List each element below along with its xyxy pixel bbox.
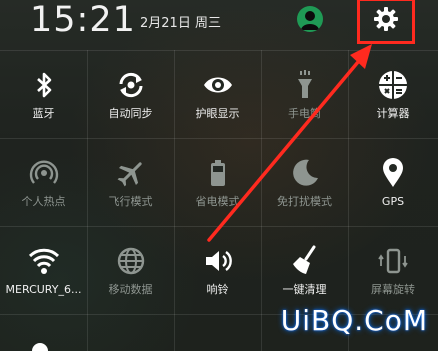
calculator-icon xyxy=(379,71,407,99)
tile-one-key-clean[interactable]: 一键清理 xyxy=(261,226,348,314)
tile-label: 免打扰模式 xyxy=(277,195,332,208)
tile-label: 个人热点 xyxy=(21,195,66,208)
tile-label: 手电筒 xyxy=(288,107,321,120)
partial-tile-icon xyxy=(32,343,48,351)
broom-icon xyxy=(292,245,315,274)
settings-button[interactable] xyxy=(357,0,415,44)
tile-label: 省电模式 xyxy=(195,195,240,208)
watermark-text: UiBQ.CoM xyxy=(280,304,428,337)
tile-mobile-data[interactable]: 移动数据 xyxy=(87,226,174,314)
tile-label: MERCURY_6... xyxy=(5,283,82,296)
tile-label: 一键清理 xyxy=(282,283,327,296)
tile-wifi[interactable]: MERCURY_6... xyxy=(0,226,87,314)
tile-label: 移动数据 xyxy=(108,283,153,296)
sync-icon xyxy=(119,72,142,98)
wifi-icon xyxy=(28,248,59,274)
date-text: 2月21日 周三 xyxy=(140,16,221,31)
tile-label: 蓝牙 xyxy=(32,107,55,120)
tile-flashlight[interactable]: 手电筒 xyxy=(261,50,348,138)
tile-label: 自动同步 xyxy=(108,107,153,120)
bluetooth-icon xyxy=(36,72,51,98)
hotspot-icon xyxy=(29,160,58,184)
location-pin-icon xyxy=(383,158,403,187)
tile-ringer[interactable]: 响铃 xyxy=(174,226,261,314)
tile-power-saving[interactable]: 省电模式 xyxy=(174,138,261,226)
clock-time: 15:21 xyxy=(30,0,136,40)
tile-do-not-disturb[interactable]: 免打扰模式 xyxy=(261,138,348,226)
gear-icon xyxy=(374,7,398,31)
tile-label: 护眼显示 xyxy=(195,107,240,120)
tile-eye-protection[interactable]: 护眼显示 xyxy=(174,50,261,138)
speaker-icon xyxy=(205,251,232,271)
tile-label: 屏幕旋转 xyxy=(371,283,415,296)
tile-airplane-mode[interactable]: 飞行模式 xyxy=(87,138,174,226)
tile-gps[interactable]: GPS xyxy=(348,138,438,226)
tile-bluetooth[interactable]: 蓝牙 xyxy=(0,50,87,138)
moon-icon xyxy=(292,159,318,186)
tile-hotspot[interactable]: 个人热点 xyxy=(0,138,87,226)
tile-calculator[interactable]: 计算器 xyxy=(348,50,438,138)
rotate-icon xyxy=(378,248,408,274)
tile-auto-sync[interactable]: 自动同步 xyxy=(87,50,174,138)
tile-screen-rotation[interactable]: 屏幕旋转 xyxy=(348,226,438,314)
flashlight-icon xyxy=(297,70,312,98)
user-avatar-icon[interactable] xyxy=(297,6,323,32)
tile-label: 计算器 xyxy=(376,107,410,120)
airplane-icon xyxy=(117,162,142,187)
eye-icon xyxy=(203,77,232,93)
tile-label: GPS xyxy=(381,195,405,208)
battery-icon xyxy=(210,160,225,186)
globe-icon xyxy=(117,247,144,275)
tile-label: 响铃 xyxy=(206,283,229,296)
tile-label: 飞行模式 xyxy=(108,195,153,208)
